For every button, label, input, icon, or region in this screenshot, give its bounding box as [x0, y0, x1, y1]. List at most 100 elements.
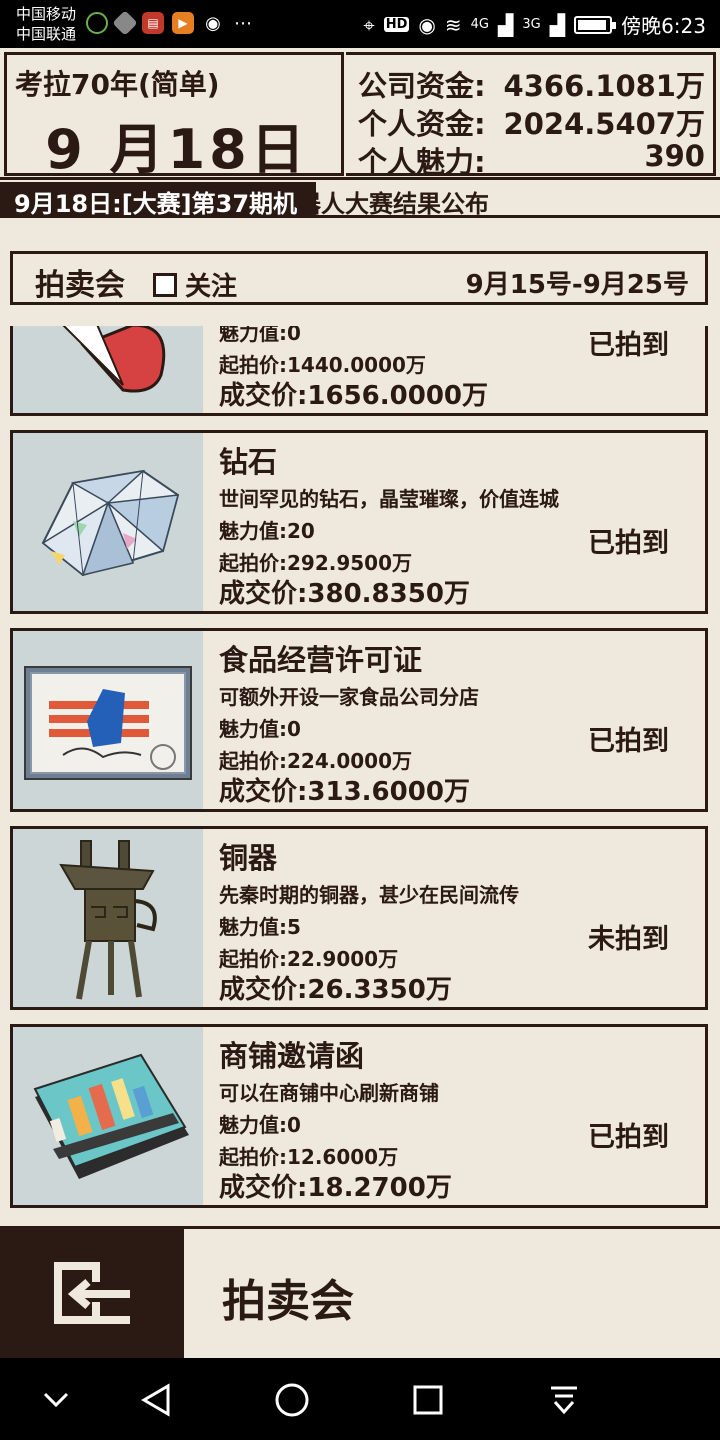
system-nav-bar [0, 1358, 720, 1440]
auction-section-header: 拍卖会 关注 9月15号-9月25号 [10, 251, 708, 305]
section-title: 拍卖会 [35, 268, 125, 303]
ticker-text-part1: 9月18日:[大赛]第37期机 [14, 190, 298, 218]
personal-funds-label: 个人资金: [358, 107, 486, 141]
clock: 傍晚6:23 [621, 14, 706, 38]
diamond-icon [41, 469, 180, 577]
item-status: 未拍到 [588, 924, 669, 955]
follow-checkbox[interactable] [153, 272, 177, 297]
recents-square-icon [413, 1385, 443, 1415]
item-start-price: 起拍价:12.6000万 [219, 1145, 399, 1169]
nav-back-button[interactable] [134, 1378, 178, 1422]
carrier-1: 中国移动 [16, 5, 77, 23]
company-funds-label: 公司资金: [358, 69, 486, 103]
item-final-price: 成交价:26.3350万 [219, 975, 452, 1005]
more-icon: ⋯ [234, 12, 252, 34]
nav-notification-button[interactable] [542, 1378, 586, 1422]
certificate-icon [24, 666, 192, 780]
item-image [13, 1027, 203, 1205]
nav-recents-button[interactable] [406, 1378, 450, 1422]
item-charm: 魅力值:5 [219, 915, 301, 939]
item-start-price: 起拍价:292.9500万 [219, 551, 413, 575]
carrier-info: 中国移动 中国联通 [16, 4, 76, 44]
status-bar: 中国移动 中国联通 ▤ ▶ ◉ ⋯ ⌖ HD ◉ ≋ 4G ▟ 3G ▟ 傍晚6… [0, 0, 720, 48]
notification-icons: ▤ ▶ ◉ ⋯ [86, 10, 254, 36]
carrier-2: 中国联通 [16, 25, 77, 43]
chevron-down-icon [43, 1392, 69, 1408]
item-image [13, 326, 203, 413]
item-desc: 世间罕见的钻石，晶莹璀璨，价值连城 [219, 487, 559, 511]
item-desc: 可以在商铺中心刷新商铺 [219, 1081, 439, 1105]
item-name: 食品经营许可证 [219, 643, 423, 677]
bronze-vessel-icon [59, 840, 157, 1000]
personal-funds: 个人资金: 2024.5407万 [358, 101, 705, 141]
app-icon [112, 10, 138, 36]
company-funds: 公司资金: 4366.1081万 [358, 63, 705, 103]
pull-down-icon [551, 1386, 577, 1415]
auction-item[interactable]: 铜器 先秦时期的铜器，甚少在民间流传 魅力值:5 起拍价:22.9000万 成交… [10, 826, 708, 1010]
item-charm: 魅力值:0 [219, 1113, 301, 1137]
wechat-icon: ◉ [205, 12, 221, 34]
item-image [13, 433, 203, 611]
item-start-price: 起拍价:224.0000万 [219, 749, 413, 773]
system-icons: ⌖ HD ◉ ≋ 4G ▟ 3G ▟ 傍晚6:23 [363, 10, 706, 39]
item-charm: 魅力值:0 [219, 326, 301, 345]
item-name: 钻石 [219, 445, 278, 479]
auction-item[interactable]: 食品经营许可证 可额外开设一家食品公司分店 魅力值:0 起拍价:224.0000… [10, 628, 708, 812]
auction-item[interactable]: 商铺邀请函 可以在商铺中心刷新商铺 魅力值:0 起拍价:12.6000万 成交价… [10, 1024, 708, 1208]
auction-item[interactable]: 魅力值:0 起拍价:1440.0000万 成交价:1656.0000万 已拍到 [10, 326, 708, 416]
item-final-price: 成交价:380.8350万 [219, 579, 470, 609]
wifi-icon: ≋ [444, 12, 462, 37]
personal-charm-label: 个人魅力: [358, 145, 486, 179]
item-final-price: 成交价:313.6000万 [219, 777, 470, 807]
exit-button[interactable] [0, 1229, 184, 1361]
personal-charm: 个人魅力: 390 [358, 139, 705, 179]
nav-home-button[interactable] [270, 1378, 314, 1422]
eye-icon: ◉ [418, 12, 436, 37]
item-start-price: 起拍价:22.9000万 [219, 947, 399, 971]
item-charm: 魅力值:20 [219, 519, 315, 543]
bottom-title: 拍卖会 [222, 1276, 354, 1327]
hd-badge: HD [383, 17, 410, 32]
item-status: 已拍到 [588, 330, 669, 361]
funds-panel: 公司资金: 4366.1081万 个人资金: 2024.5407万 个人魅力: … [346, 52, 716, 179]
invitation-book-icon [33, 1053, 189, 1179]
item-status: 已拍到 [588, 528, 669, 559]
date-panel: 考拉70年(简单) 9 月18日 [4, 52, 344, 181]
personal-funds-value: 2024.5407万 [503, 107, 705, 141]
exit-icon [54, 1262, 130, 1324]
back-triangle-icon [141, 1383, 170, 1417]
bottom-bar: 拍卖会 [0, 1226, 720, 1361]
item-charm: 魅力值:0 [219, 717, 301, 741]
headset-icon [86, 12, 108, 34]
ticker-text: 9月18日:[大赛]第37期机器人大赛结果公布 [14, 184, 489, 219]
location-icon: ⌖ [363, 12, 375, 37]
follow-label: 关注 [185, 272, 238, 302]
item-final-price: 成交价:18.2700万 [219, 1173, 452, 1203]
current-date: 9 月18日 [45, 118, 309, 181]
item-image [13, 829, 203, 1007]
item-status: 已拍到 [588, 1122, 669, 1153]
video-icon: ▶ [172, 12, 194, 34]
news-ticker[interactable]: 9月18日:[大赛]第37期机器人大赛结果公布 [0, 182, 720, 218]
item-desc: 先秦时期的铜器，甚少在民间流传 [219, 883, 519, 907]
book-icon: ▤ [142, 12, 164, 34]
ticker-text-part2: 器人大赛结果公布 [297, 190, 490, 218]
nav-collapse-button[interactable] [34, 1378, 78, 1422]
signal-icon-1: ▟ [497, 12, 514, 37]
red-item-icon [62, 326, 166, 393]
follow-toggle[interactable]: 关注 [153, 266, 237, 303]
auction-item[interactable]: 钻石 世间罕见的钻石，晶莹璀璨，价值连城 魅力值:20 起拍价:292.9500… [10, 430, 708, 614]
network-4g: 4G [470, 17, 489, 32]
item-status: 已拍到 [588, 726, 669, 757]
home-circle-icon [275, 1383, 309, 1417]
network-3g: 3G [522, 17, 541, 32]
signal-icon-2: ▟ [549, 12, 566, 37]
battery-icon [574, 15, 617, 34]
item-name: 铜器 [219, 841, 278, 875]
auction-list[interactable]: 魅力值:0 起拍价:1440.0000万 成交价:1656.0000万 已拍到 … [0, 326, 720, 1222]
item-start-price: 起拍价:1440.0000万 [219, 353, 426, 377]
item-desc: 可额外开设一家食品公司分店 [219, 685, 479, 709]
game-header: 考拉70年(简单) 9 月18日 公司资金: 4366.1081万 个人资金: … [0, 48, 720, 181]
personal-charm-value: 390 [644, 139, 705, 173]
game-title: 考拉70年(简单) [15, 68, 220, 101]
